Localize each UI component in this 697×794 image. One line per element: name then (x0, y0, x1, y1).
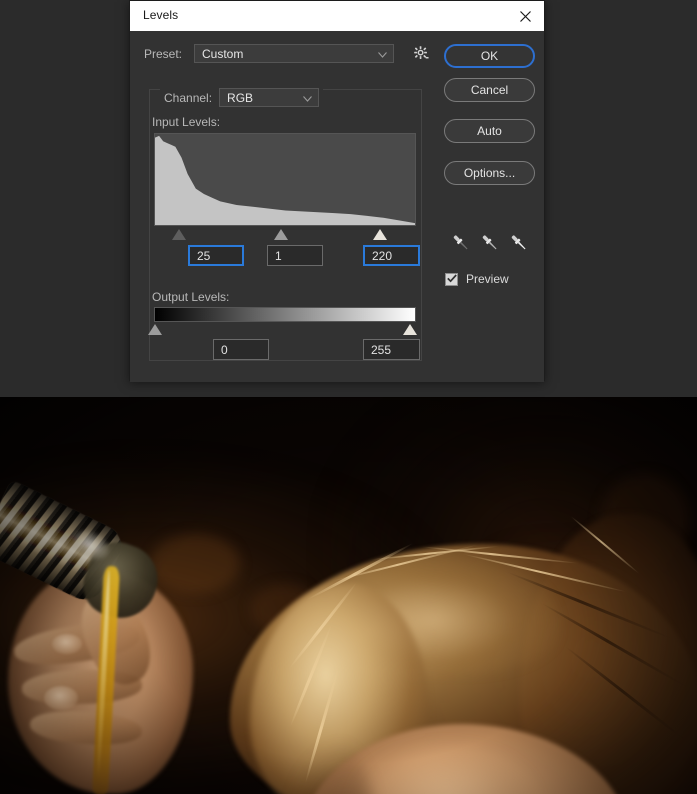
preset-row: Preset: Custom (144, 44, 394, 63)
channel-label: Channel: (164, 90, 213, 105)
ok-button[interactable]: OK (444, 44, 535, 68)
input-levels-fields: 25 1 220 (154, 245, 420, 267)
output-low-field[interactable]: 0 (213, 339, 269, 360)
input-gamma-slider[interactable] (274, 229, 288, 240)
dialog-title: Levels (143, 8, 179, 22)
chevron-down-icon (378, 47, 387, 61)
channel-select[interactable]: RGB (219, 88, 320, 107)
screen: Levels Preset: Custom Channel: RGB Input… (0, 0, 697, 794)
preset-value: Custom (202, 46, 244, 61)
photo-canvas (0, 394, 697, 794)
histogram-plot (155, 134, 415, 225)
channel-value: RGB (227, 90, 254, 105)
input-gamma-field[interactable]: 1 (267, 245, 323, 266)
auto-button[interactable]: Auto (444, 119, 535, 143)
chevron-down-icon (303, 91, 312, 105)
photo-top-divider (0, 394, 697, 397)
output-levels-fields: 0 255 (154, 339, 420, 361)
preset-label: Preset: (144, 46, 183, 61)
photo-vignette (0, 394, 697, 794)
preview-checkbox[interactable] (445, 270, 458, 288)
eyedropper-group (450, 232, 530, 256)
eyedropper-gray-point-icon[interactable] (479, 232, 501, 254)
input-levels-label: Input Levels: (152, 115, 221, 129)
input-black-point-slider[interactable] (172, 229, 186, 240)
input-slider-track (154, 227, 416, 241)
dialog-body: Preset: Custom Channel: RGB Input Levels… (130, 31, 544, 382)
histogram[interactable] (154, 133, 416, 226)
output-levels-label: Output Levels: (152, 290, 230, 304)
dialog-titlebar[interactable]: Levels (130, 1, 544, 31)
input-highlight-field[interactable]: 220 (363, 245, 420, 266)
levels-dialog: Levels Preset: Custom Channel: RGB Input… (129, 0, 545, 382)
input-shadow-field[interactable]: 25 (188, 245, 244, 266)
output-low-slider[interactable] (148, 324, 162, 335)
output-slider-track (148, 322, 422, 336)
output-high-slider[interactable] (403, 324, 417, 335)
preview-checkbox-row[interactable]: Preview (445, 272, 509, 286)
input-white-point-slider[interactable] (373, 229, 387, 240)
cancel-button[interactable]: Cancel (444, 78, 535, 102)
output-high-field[interactable]: 255 (363, 339, 420, 360)
eyedropper-black-point-icon[interactable] (450, 232, 472, 254)
channel-row: Channel: RGB (160, 88, 324, 107)
close-icon[interactable] (514, 7, 536, 25)
options-button[interactable]: Options... (444, 161, 535, 185)
output-gradient-bar[interactable] (154, 307, 416, 322)
preset-select[interactable]: Custom (194, 44, 394, 63)
checkmark-icon (446, 270, 457, 288)
gear-icon[interactable] (411, 44, 431, 63)
eyedropper-white-point-icon[interactable] (508, 232, 530, 254)
preview-label: Preview (466, 272, 509, 286)
